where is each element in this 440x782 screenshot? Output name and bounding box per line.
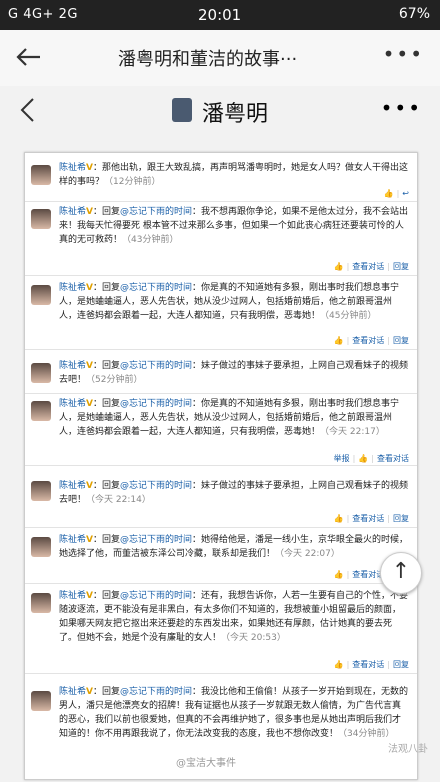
avatar [31,209,51,229]
reply-link[interactable]: 回复 [393,336,409,345]
like-icon[interactable]: 👍 [334,336,344,345]
report-link[interactable]: 举报 [334,454,350,463]
profile-name: 潘粤明 [202,102,269,127]
embedded-screenshot: 潘粤明 ••• 陈祉希V：那他出轨，跟王大致乱搞，再声明骂潘粤明时，她是女人吗？… [0,86,440,782]
author-name[interactable]: 陈祉希 [59,163,86,173]
comment-item: 陈祉希V：回复@忘记下雨的时间：妹子做过的事妹子要承担，上网自己观看妹子的视频去… [25,475,417,528]
page-title: 潘粤明和董洁的故事··· [118,49,298,70]
like-icon[interactable]: 👍 [358,454,368,463]
profile-header: 潘粤明 ••• [0,86,440,134]
avatar [31,537,51,557]
back-arrow-icon[interactable] [14,42,44,72]
watermark-badge: 法观八卦 [388,744,428,755]
signal-indicator: G 4G+ 2G [8,7,78,22]
view-conversation-link[interactable]: 查看对话 [352,336,384,345]
scroll-to-top-button[interactable]: ↑ [380,552,422,594]
like-icon[interactable]: 👍 [334,262,344,271]
view-conversation-link[interactable]: 查看对话 [352,262,384,271]
comment-item: 陈祉希V：回复@忘记下雨的时间：你是真的不知道她有多狠，刚出事时我们想息事宁人，… [25,395,417,466]
avatar [31,165,51,185]
like-icon[interactable]: 👍 [334,660,344,669]
like-icon[interactable]: 👍 [384,189,394,198]
avatar [172,98,192,122]
comment-item: 陈祉希V：那他出轨，跟王大致乱搞，再声明骂潘粤明时，她是女人吗？做女人干得出这样… [25,161,417,202]
like-icon[interactable]: 👍 [334,514,344,523]
chevron-left-icon[interactable] [18,96,38,124]
like-icon[interactable]: 👍 [334,570,344,579]
avatar [31,481,51,501]
more-options-icon[interactable]: ••• [381,96,422,120]
comment-item: 陈祉希V：回复@忘记下雨的时间：还有，我想告诉你，人若一生要有自己的个性，不要随… [25,587,417,674]
reply-link[interactable]: 回复 [393,514,409,523]
avatar [31,691,51,711]
comment-panel: 陈祉希V：那他出轨，跟王大致乱搞，再声明骂潘粤明时，她是女人吗？做女人干得出这样… [24,152,418,780]
avatar [31,593,51,613]
view-conversation-link[interactable]: 查看对话 [352,514,384,523]
comment-item: 陈祉希V：回复@忘记下雨的时间：我不想再跟你争论，如果不是他太过分，我不会站出来… [25,205,417,276]
watermark: @宝洁大事件 [176,758,236,769]
comment-item: 陈祉希V：回复@忘记下雨的时间：你是真的不知道她有多狠，刚出事时我们想息事宁人，… [25,279,417,350]
avatar [31,401,51,421]
more-options-icon[interactable]: ••• [383,42,424,66]
avatar [31,363,51,383]
reply-link[interactable]: 回复 [393,660,409,669]
comment-item: 陈祉希V：回复@忘记下雨的时间：妹子做过的事妹子要承担，上网自己观看妹子的视频去… [25,359,417,394]
status-bar: G 4G+ 2G 20:01 67% [0,0,440,30]
clock: 20:01 [198,6,242,24]
battery-indicator: 67% [398,6,430,22]
view-conversation-link[interactable]: 查看对话 [377,454,409,463]
reply-link[interactable]: 回复 [393,262,409,271]
comment-item: 陈祉希V：回复@忘记下雨的时间：她得给他是，潘是一线小生，京华眼全最火的时候，她… [25,531,417,584]
app-bar: 潘粤明和董洁的故事··· ••• [0,30,440,87]
avatar [31,285,51,305]
view-conversation-link[interactable]: 查看对话 [352,660,384,669]
